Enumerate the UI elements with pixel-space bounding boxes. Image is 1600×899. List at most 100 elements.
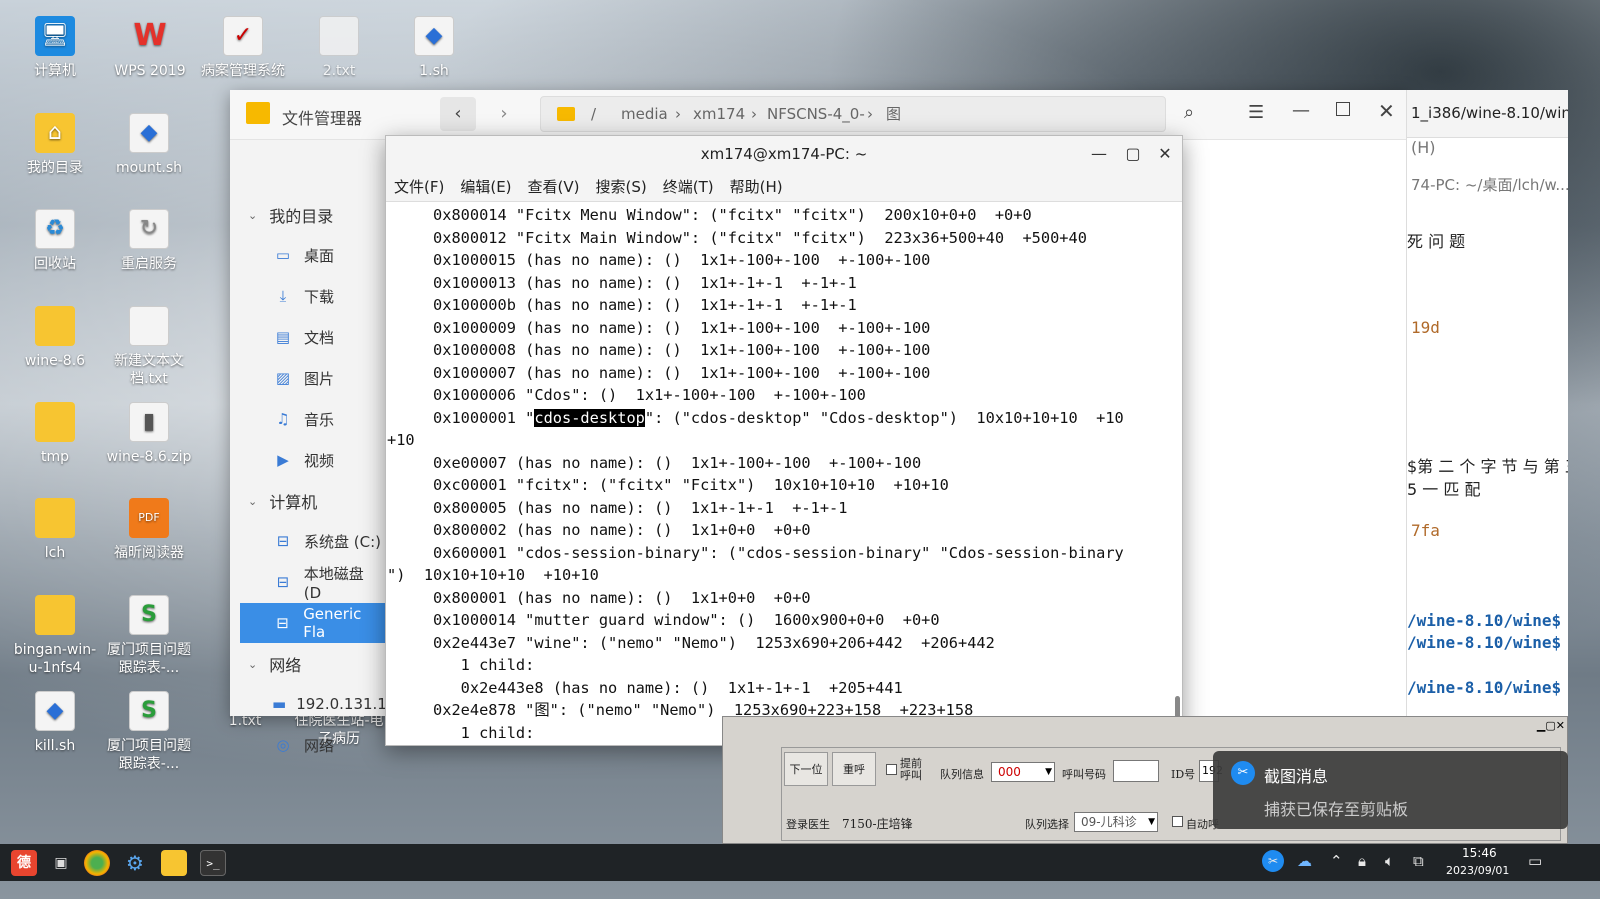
menu-icon[interactable]: ☰ bbox=[1248, 102, 1264, 123]
desktop-icon-new-text[interactable]: 新建文本文档.txt bbox=[104, 306, 194, 388]
sidebar-item-documents[interactable]: ▤ 文档 bbox=[230, 317, 385, 357]
terminal-output[interactable]: 0x800014 "Fcitx Menu Window": ("fcitx" "… bbox=[386, 204, 1172, 744]
menu-view[interactable]: 查看(V) bbox=[528, 176, 580, 197]
next-patient-button[interactable]: 下一位 bbox=[784, 752, 828, 786]
notification-center-icon[interactable]: ▭ bbox=[1528, 852, 1542, 870]
terminal-taskbar-icon[interactable]: >_ bbox=[200, 850, 226, 876]
desktop-icon-2txt[interactable]: 2.txt bbox=[294, 16, 384, 80]
desktop-icon-trash[interactable]: ♻ 回收站 bbox=[10, 209, 100, 273]
desktop-icon-lch[interactable]: lch bbox=[10, 498, 100, 562]
network-drive-tray-icon[interactable]: ☁ bbox=[1297, 852, 1312, 870]
sidebar-section-computer[interactable]: ⌄ 计算机 bbox=[230, 486, 385, 516]
desktop-icon-tmp[interactable]: tmp bbox=[10, 402, 100, 466]
settings-gear-icon[interactable]: ⚙ bbox=[122, 850, 148, 876]
desktop-icon-1sh[interactable]: ◆ 1.sh bbox=[389, 16, 479, 80]
start-menu-icon[interactable]: 德 bbox=[11, 850, 37, 876]
background-path-3: /wine-8.10/wine$ bbox=[1407, 678, 1562, 697]
lock-icon[interactable]: 🔒︎ bbox=[1358, 852, 1366, 870]
desktop-icon-restart[interactable]: ↻ 重启服务 bbox=[104, 209, 194, 273]
terminal-line: 0x2e443e8 (has no name): () 1x1+-1+-1 +2… bbox=[387, 678, 903, 697]
file-manager-taskbar-icon[interactable] bbox=[161, 850, 187, 876]
menu-file[interactable]: 文件(F) bbox=[394, 176, 444, 197]
breadcrumb-media[interactable]: media bbox=[621, 97, 668, 131]
desktop-icon-spreadsheet-2[interactable]: S 厦门项目问题跟踪表-... bbox=[104, 691, 194, 773]
call-number-input[interactable] bbox=[1113, 760, 1159, 782]
breadcrumb-xm174[interactable]: xm174 bbox=[693, 97, 745, 131]
sidebar-item-video[interactable]: ▶ 视频 bbox=[230, 440, 385, 480]
terminal-minimize-button[interactable]: — bbox=[1082, 136, 1116, 172]
desktop-icon-my-dir[interactable]: ⌂ 我的目录 bbox=[10, 113, 100, 177]
selected-text[interactable]: cdos-desktop bbox=[534, 408, 645, 427]
early-call-checkbox[interactable] bbox=[886, 764, 897, 775]
background-hex-1: 19d bbox=[1411, 318, 1440, 337]
menu-help[interactable]: 帮助(H) bbox=[730, 176, 783, 197]
minimize-button[interactable]: — bbox=[1292, 100, 1310, 121]
browser-icon[interactable] bbox=[84, 850, 110, 876]
app-window-controls[interactable]: ▁▢✕ bbox=[1537, 719, 1565, 732]
terminal-close-button[interactable]: ✕ bbox=[1148, 136, 1182, 172]
auto-call-checkbox[interactable] bbox=[1172, 816, 1183, 827]
desktop-icon-foxit[interactable]: PDF 福昕阅读器 bbox=[104, 498, 194, 562]
window-switcher-icon[interactable]: ▣ bbox=[48, 850, 74, 876]
search-icon[interactable]: ⌕ bbox=[1184, 102, 1194, 123]
sidebar-item-usb[interactable]: ⊟ Generic Fla bbox=[240, 603, 385, 643]
sidebar-item-network-host[interactable]: ▬ 192.0.131.1 bbox=[230, 684, 387, 724]
terminal-line: 0x800012 "Fcitx Main Window": ("fcitx" "… bbox=[387, 228, 1087, 247]
breadcrumb-root[interactable]: / bbox=[591, 97, 596, 131]
scissors-icon: ✂ bbox=[1231, 761, 1255, 785]
desktop-icon-mount-sh[interactable]: ◆ mount.sh bbox=[104, 113, 194, 177]
chevron-down-icon: ⌄ bbox=[248, 657, 258, 671]
breadcrumb: / media › xm174 › NFSCNS-4_0- › 图 bbox=[540, 96, 1166, 132]
forward-button[interactable]: › bbox=[486, 97, 522, 131]
call-number-label: 呼叫号码 bbox=[1062, 768, 1106, 781]
volume-icon[interactable]: 🔈︎ bbox=[1385, 852, 1394, 870]
file-manager-title: 文件管理器 bbox=[282, 109, 363, 128]
sidebar-item-system-drive[interactable]: ⊟ 系统盘 (C:) bbox=[230, 521, 385, 561]
background-path-2: /wine-8.10/wine$ bbox=[1407, 633, 1562, 652]
desktop-icon-kill-sh[interactable]: ◆ kill.sh bbox=[10, 691, 100, 755]
desktop-icon-computer[interactable]: 🖥 计算机 bbox=[10, 16, 100, 80]
screenshot-notification[interactable]: ✂ 截图消息 捕获已保存至剪贴板 bbox=[1213, 751, 1568, 829]
sidebar-item-download[interactable]: ⤓ 下载 bbox=[230, 276, 385, 316]
terminal-line: 0x800001 (has no name): () 1x1+0+0 +0+0 bbox=[387, 588, 811, 607]
recall-button[interactable]: 重呼 bbox=[832, 752, 876, 786]
sidebar-section-network[interactable]: ⌄ 网络 bbox=[230, 649, 385, 679]
desktop-icon-wine-zip[interactable]: ▮ wine-8.6.zip bbox=[104, 402, 194, 466]
terminal-line: 1 child: bbox=[387, 656, 535, 674]
maximize-button[interactable] bbox=[1336, 102, 1350, 116]
wps-icon: W bbox=[133, 18, 167, 53]
desktop-icon-bingan[interactable]: bingan-win-u-1nfs4 bbox=[10, 595, 100, 677]
sidebar-item-desktop[interactable]: ▭ 桌面 bbox=[230, 235, 385, 275]
chevron-up-icon[interactable]: ⌃ bbox=[1330, 852, 1343, 870]
clock-date[interactable]: 2023/09/01 bbox=[1446, 864, 1509, 877]
shell-script-icon: ◆ bbox=[35, 691, 75, 731]
breadcrumb-current[interactable]: 图 bbox=[886, 97, 901, 131]
background-hex-2: 7fa bbox=[1411, 521, 1440, 540]
desktop-icon-medical-record[interactable]: ✓ 病案管理系统 bbox=[198, 16, 288, 80]
screenshot-tray-icon[interactable]: ✂ bbox=[1262, 850, 1284, 872]
queue-info-select[interactable]: 000 ▼ bbox=[991, 762, 1055, 782]
desktop-icon-spreadsheet-1[interactable]: S 厦门项目问题跟踪表-... bbox=[104, 595, 194, 677]
terminal-line: +10 bbox=[387, 431, 415, 449]
menu-edit[interactable]: 编辑(E) bbox=[460, 176, 511, 197]
breadcrumb-nfscns[interactable]: NFSCNS-4_0- bbox=[767, 97, 865, 131]
desktop-icon-wps[interactable]: W WPS 2019 bbox=[105, 16, 195, 80]
network-status-icon[interactable]: ⧉ bbox=[1413, 852, 1424, 870]
chevron-down-icon: ⌄ bbox=[248, 208, 258, 222]
clock-time[interactable]: 15:46 bbox=[1462, 846, 1497, 860]
sidebar-item-local-disk[interactable]: ⊟ 本地磁盘 (D bbox=[230, 562, 385, 602]
music-icon: ♫ bbox=[276, 410, 290, 428]
menu-search[interactable]: 搜索(S) bbox=[596, 176, 647, 197]
drive-icon: ⊟ bbox=[276, 532, 290, 550]
sidebar-section-my-dir[interactable]: ⌄ 我的目录 bbox=[230, 200, 385, 230]
terminal-maximize-button[interactable]: ▢ bbox=[1116, 136, 1150, 172]
menu-terminal[interactable]: 终端(T) bbox=[663, 176, 714, 197]
queue-select[interactable]: 09-儿科诊 ▼ bbox=[1074, 812, 1158, 832]
back-button[interactable]: ‹ bbox=[440, 97, 476, 131]
sidebar-item-music[interactable]: ♫ 音乐 bbox=[230, 399, 385, 439]
chevron-down-icon: ⌄ bbox=[248, 494, 258, 508]
sidebar-item-pictures[interactable]: ▨ 图片 bbox=[230, 358, 385, 398]
desktop-icon-wine86[interactable]: wine-8.6 bbox=[10, 306, 100, 370]
close-button[interactable]: ✕ bbox=[1378, 99, 1395, 123]
restart-icon: ↻ bbox=[129, 209, 169, 249]
